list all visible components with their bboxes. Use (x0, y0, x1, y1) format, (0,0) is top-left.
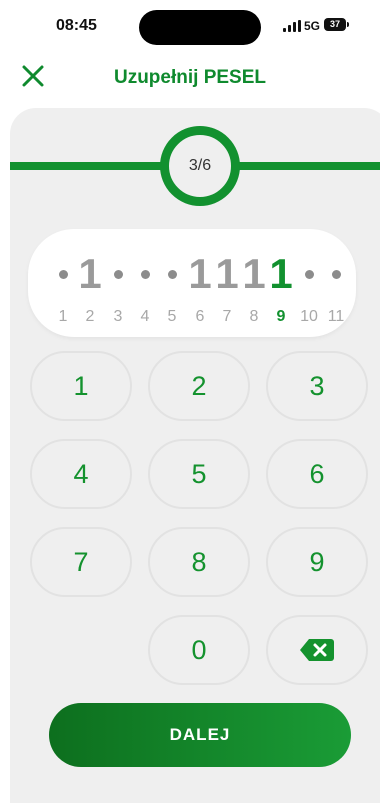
keypad-key-2[interactable]: 2 (148, 351, 250, 421)
keypad-key-1[interactable]: 1 (30, 351, 132, 421)
pesel-digit-index: 1 (58, 308, 68, 325)
empty-digit-dot (113, 269, 123, 279)
pesel-digit-index: 5 (167, 308, 177, 325)
pesel-digit-value: 1 (269, 250, 293, 297)
keypad-key-5[interactable]: 5 (148, 439, 250, 509)
pesel-digit-index: 3 (113, 308, 123, 325)
pesel-digit-value: 1 (242, 250, 266, 297)
backspace-icon (300, 639, 334, 661)
empty-digit-dot (58, 269, 68, 279)
header: Uzupełnij PESEL (0, 55, 380, 99)
pesel-digit-index: 9 (276, 308, 286, 325)
pesel-digit (322, 249, 350, 299)
pesel-digit-index: 2 (85, 308, 95, 325)
keypad-key-4[interactable]: 4 (30, 439, 132, 509)
pesel-digit (295, 249, 323, 299)
pesel-digit (158, 249, 186, 299)
pesel-digit (49, 249, 77, 299)
dynamic-island (139, 10, 261, 45)
pesel-digit-index: 8 (249, 308, 259, 325)
step-counter: 3/6 (188, 157, 212, 174)
progress-line-left (10, 162, 166, 170)
step-indicator: 3/6 (160, 126, 240, 206)
pesel-digit-value: 1 (188, 250, 212, 297)
empty-digit-dot (304, 269, 314, 279)
keypad-key-9[interactable]: 9 (266, 527, 368, 597)
keypad-key-0[interactable]: 0 (148, 615, 250, 685)
pesel-digit-index: 10 (300, 308, 318, 325)
empty-digit-dot (167, 269, 177, 279)
pesel-display: 1 1 2 3 4 5 1 6 1 7 1 8 1 9 10 11 (28, 229, 356, 337)
pesel-digit-index: 7 (222, 308, 232, 325)
keypad-key-8[interactable]: 8 (148, 527, 250, 597)
status-time: 08:45 (56, 17, 97, 34)
pesel-digit: 1 (240, 249, 268, 299)
battery-tip (347, 22, 349, 27)
backspace-button[interactable] (266, 615, 368, 685)
empty-digit-dot (140, 269, 150, 279)
page-title: Uzupełnij PESEL (113, 67, 267, 88)
keypad-key-3[interactable]: 3 (266, 351, 368, 421)
pesel-digit (104, 249, 132, 299)
pesel-digit: 1 (267, 249, 295, 299)
keypad-key-7[interactable]: 7 (30, 527, 132, 597)
pesel-digit-value: 1 (78, 250, 102, 297)
progress-line-right (234, 162, 380, 170)
signal-icon (283, 20, 301, 32)
battery-icon: 37 (324, 18, 346, 31)
network-type: 5G (304, 19, 321, 33)
status-bar: 08:45 5G 37 (0, 0, 380, 50)
keypad-key-6[interactable]: 6 (266, 439, 368, 509)
pesel-digit-index: 11 (327, 308, 345, 325)
pesel-digit: 1 (76, 249, 104, 299)
pesel-digit-index: 4 (140, 308, 150, 325)
empty-digit-dot (331, 269, 341, 279)
pesel-digit: 1 (213, 249, 241, 299)
pesel-digit-value: 1 (215, 250, 239, 297)
next-button[interactable]: DALEJ (49, 703, 351, 767)
pesel-digit: 1 (186, 249, 214, 299)
pesel-digit-index: 6 (195, 308, 205, 325)
pesel-digit (131, 249, 159, 299)
